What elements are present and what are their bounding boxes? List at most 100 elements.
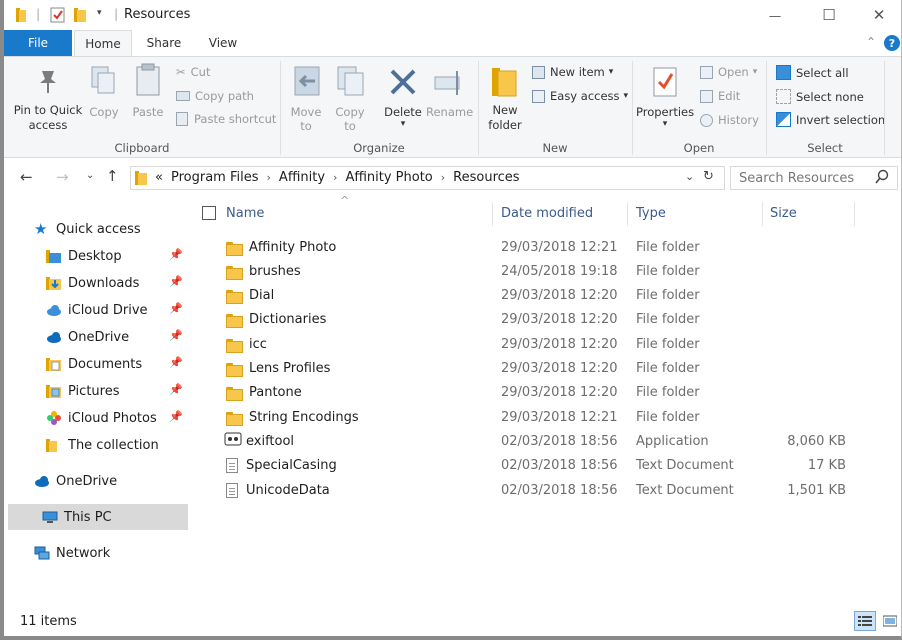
address-dropdown-icon[interactable]: ⌄ <box>685 170 694 183</box>
nav-item-downloads[interactable]: Downloads 📌 <box>4 270 190 296</box>
column-size-header[interactable]: Size <box>770 198 852 228</box>
paste-shortcut-button[interactable]: Paste shortcut <box>176 112 276 126</box>
nav-item-onedrive[interactable]: OneDrive 📌 <box>4 324 190 350</box>
properties-dropdown-icon[interactable]: ▾ <box>636 119 694 129</box>
large-icons-view-icon[interactable] <box>880 611 900 631</box>
file-name-cell[interactable]: Affinity Photo <box>226 235 336 259</box>
recent-locations-icon[interactable]: ⌄ <box>86 170 94 181</box>
up-arrow-icon[interactable]: ↑ <box>106 167 119 185</box>
file-row[interactable]: Dial 29/03/2018 12:20 File folder <box>194 284 901 308</box>
file-name-cell[interactable]: icc <box>226 332 267 356</box>
nav-onedrive-root[interactable]: OneDrive <box>4 468 190 494</box>
breadcrumb-affinity[interactable]: Affinity <box>279 170 325 185</box>
copy-path-button[interactable]: Copy path <box>176 89 254 103</box>
file-name-cell[interactable]: SpecialCasing <box>226 454 337 478</box>
file-name-cell[interactable]: Dial <box>226 284 274 308</box>
pin-icon[interactable]: 📌 <box>169 275 183 288</box>
details-view-icon[interactable] <box>854 611 876 631</box>
new-item-button[interactable]: New item ▾ <box>532 65 613 79</box>
pin-icon[interactable]: 📌 <box>169 356 183 369</box>
pin-icon[interactable]: 📌 <box>169 302 183 315</box>
file-name-cell[interactable]: exiftool <box>224 429 294 453</box>
breadcrumb-chevron-icon[interactable]: › <box>441 171 445 184</box>
file-row[interactable]: Pantone 29/03/2018 12:20 File folder <box>194 381 901 405</box>
nav-item-documents[interactable]: Documents 📌 <box>4 351 190 377</box>
delete-button[interactable]: Delete ▾ <box>382 63 424 135</box>
file-row[interactable]: Lens Profiles 29/03/2018 12:20 File folder <box>194 357 901 381</box>
tab-file[interactable]: File <box>4 30 72 56</box>
breadcrumb-chevron-icon[interactable]: › <box>333 171 337 184</box>
breadcrumb-chevron-icon[interactable]: › <box>267 171 271 184</box>
search-input[interactable]: Search Resources <box>739 171 854 186</box>
pin-icon[interactable]: 📌 <box>169 248 183 261</box>
cut-button[interactable]: ✂ Cut <box>176 65 210 79</box>
breadcrumb-resources[interactable]: Resources <box>453 170 519 185</box>
column-name-header[interactable]: Name <box>202 198 502 228</box>
new-folder-button[interactable]: New folder <box>484 63 526 135</box>
nav-item-pictures[interactable]: Pictures 📌 <box>4 378 190 404</box>
qat-dropdown-icon[interactable]: ▾ <box>97 8 102 18</box>
column-divider[interactable] <box>762 202 763 226</box>
select-all-button[interactable]: Select all <box>776 65 849 80</box>
file-row[interactable]: Dictionaries 29/03/2018 12:20 File folder <box>194 308 901 332</box>
open-button[interactable]: Open ▾ <box>700 65 757 79</box>
file-row[interactable]: String Encodings 29/03/2018 12:21 File fol… <box>194 405 901 429</box>
breadcrumb-overflow[interactable]: « <box>155 170 163 185</box>
breadcrumb-program-files[interactable]: Program Files <box>171 170 259 185</box>
pin-icon[interactable]: 📌 <box>169 383 183 396</box>
invert-selection-button[interactable]: Invert selection <box>776 112 885 127</box>
delete-dropdown-icon[interactable]: ▾ <box>382 119 424 129</box>
column-divider[interactable] <box>627 202 628 226</box>
file-row[interactable]: exiftool 02/03/2018 18:56 Application 8,060… <box>194 429 901 453</box>
pin-quick-access-button[interactable]: Pin to Quick access <box>10 63 86 135</box>
nav-item-icloud-photos[interactable]: iCloud Photos 📌 <box>4 405 190 431</box>
properties-qat-icon[interactable] <box>50 7 66 26</box>
file-name-cell[interactable]: Pantone <box>226 381 302 405</box>
file-row[interactable]: Affinity Photo 29/03/2018 12:21 File folde… <box>194 235 901 259</box>
rename-button[interactable]: Rename <box>426 63 473 135</box>
select-none-button[interactable]: Select none <box>776 89 864 104</box>
address-bar[interactable]: « Program Files › Affinity › Affinity Ph… <box>130 166 725 190</box>
copy-to-button[interactable]: Copy to <box>330 63 370 135</box>
tab-view[interactable]: View <box>198 30 248 56</box>
column-divider[interactable] <box>854 202 855 226</box>
file-row[interactable]: icc 29/03/2018 12:20 File folder <box>194 332 901 356</box>
easy-access-button[interactable]: Easy access ▾ <box>532 89 628 103</box>
tab-home[interactable]: Home <box>74 30 132 57</box>
search-box[interactable]: Search Resources <box>730 166 898 190</box>
file-name-cell[interactable]: UnicodeData <box>226 478 330 502</box>
file-row[interactable]: brushes 24/05/2018 19:18 File folder <box>194 259 901 283</box>
refresh-icon[interactable]: ↻ <box>703 169 714 184</box>
pin-icon[interactable]: 📌 <box>169 410 183 423</box>
nav-item-the-collection[interactable]: The collection <box>4 432 190 458</box>
nav-quick-access[interactable]: ★ Quick access <box>4 216 190 242</box>
pin-icon[interactable]: 📌 <box>169 329 183 342</box>
nav-network[interactable]: Network <box>4 540 190 566</box>
column-type-header[interactable]: Type <box>636 198 762 228</box>
new-folder-qat-icon[interactable] <box>74 7 88 26</box>
file-name-cell[interactable]: String Encodings <box>226 405 359 429</box>
search-icon[interactable] <box>875 169 889 188</box>
file-name-cell[interactable]: brushes <box>226 259 301 283</box>
breadcrumb-affinity-photo[interactable]: Affinity Photo <box>345 170 432 185</box>
edit-button[interactable]: Edit <box>700 89 740 103</box>
properties-button[interactable]: Properties ▾ <box>636 63 694 135</box>
nav-item-icloud-drive[interactable]: iCloud Drive 📌 <box>4 297 190 323</box>
column-date-header[interactable]: Date modified <box>501 198 629 228</box>
tab-share[interactable]: Share <box>138 30 190 56</box>
paste-button[interactable]: Paste <box>128 63 168 135</box>
move-to-button[interactable]: Move to <box>286 63 326 135</box>
copy-button[interactable]: Copy <box>88 63 120 135</box>
nav-item-desktop[interactable]: Desktop 📌 <box>4 243 190 269</box>
file-row[interactable]: SpecialCasing 02/03/2018 18:56 Text Docume… <box>194 454 901 478</box>
history-button[interactable]: History <box>700 113 759 127</box>
collapse-ribbon-icon[interactable]: ⌃ <box>866 35 876 49</box>
minimize-button[interactable]: — <box>752 0 798 30</box>
forward-arrow-icon[interactable]: → <box>56 168 69 186</box>
select-all-checkbox[interactable] <box>202 206 216 220</box>
file-row[interactable]: UnicodeData 02/03/2018 18:56 Text Document… <box>194 478 901 502</box>
close-button[interactable]: ✕ <box>856 0 901 30</box>
column-divider[interactable] <box>492 202 493 226</box>
back-arrow-icon[interactable]: ← <box>20 168 33 186</box>
help-icon[interactable]: ? <box>884 35 900 51</box>
